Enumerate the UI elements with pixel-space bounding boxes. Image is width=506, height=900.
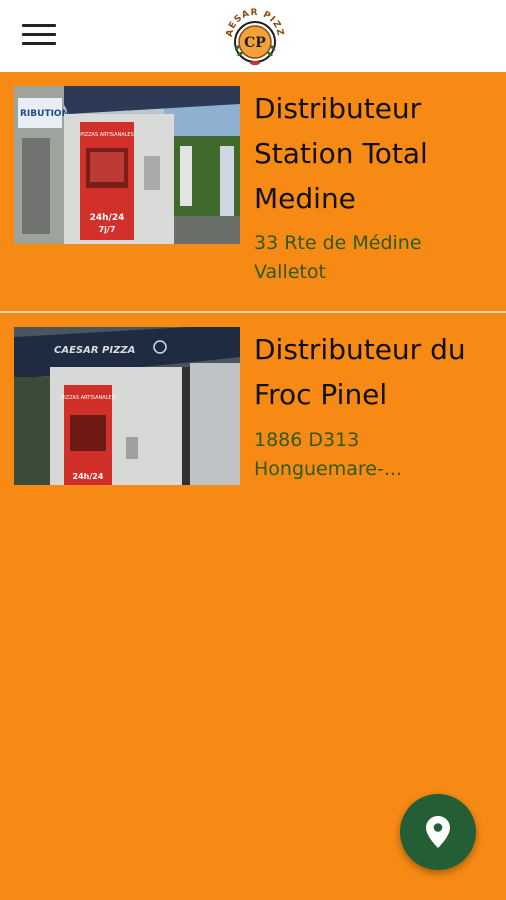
location-title: Distributeur du Froc Pinel [254,327,494,417]
location-address: 33 Rte de Médine Valletot [254,229,494,287]
photo-brand-text: CAESAR PIZZA [54,345,135,356]
photo-hours-text: 24h/24 [73,472,104,481]
location-card[interactable]: CAESAR PIZZA PIZZAS ARTISANALES 24h/24 D… [0,313,506,553]
caesar-pizza-logo[interactable]: CAESAR PIZZA CP [216,0,290,68]
photo-machine-text: PIZZAS ARTISANALES [80,132,134,138]
title-line: Station Total [254,137,428,170]
address-line: 33 Rte de Médine [254,232,422,254]
photo-machine-text: PIZZAS ARTISANALES [61,395,115,401]
app-bar: CAESAR PIZZA CP [0,0,506,72]
photo-hours-text: 24h/24 [90,213,125,223]
title-line: Distributeur du [254,333,466,366]
location-photo: CAESAR PIZZA PIZZAS ARTISANALES 24h/24 [14,327,240,485]
address-line: Honguemare-... [254,458,402,480]
hamburger-menu-icon [22,24,56,27]
title-line: Distributeur [254,92,422,125]
location-address: 1886 D313 Honguemare-... [254,426,494,484]
hamburger-line [22,42,56,45]
menu-button[interactable] [22,22,56,48]
photo-days-text: 7j/7 [99,225,116,234]
map-button[interactable] [400,794,476,870]
map-pin-icon [426,816,450,848]
logo-monogram: CP [244,35,266,51]
location-photo: RIBUTION PIZZAS ARTISANALES 24h/24 7j/7 [14,86,240,244]
location-title: Distributeur Station Total Medine [254,86,494,221]
title-line: Froc Pinel [254,378,388,411]
hamburger-line [22,33,56,36]
address-line: 1886 D313 [254,429,360,451]
location-card[interactable]: RIBUTION PIZZAS ARTISANALES 24h/24 7j/7 … [0,72,506,312]
photo-sign-text: RIBUTION [20,109,69,119]
title-line: Medine [254,182,356,215]
address-line: Valletot [254,261,326,283]
